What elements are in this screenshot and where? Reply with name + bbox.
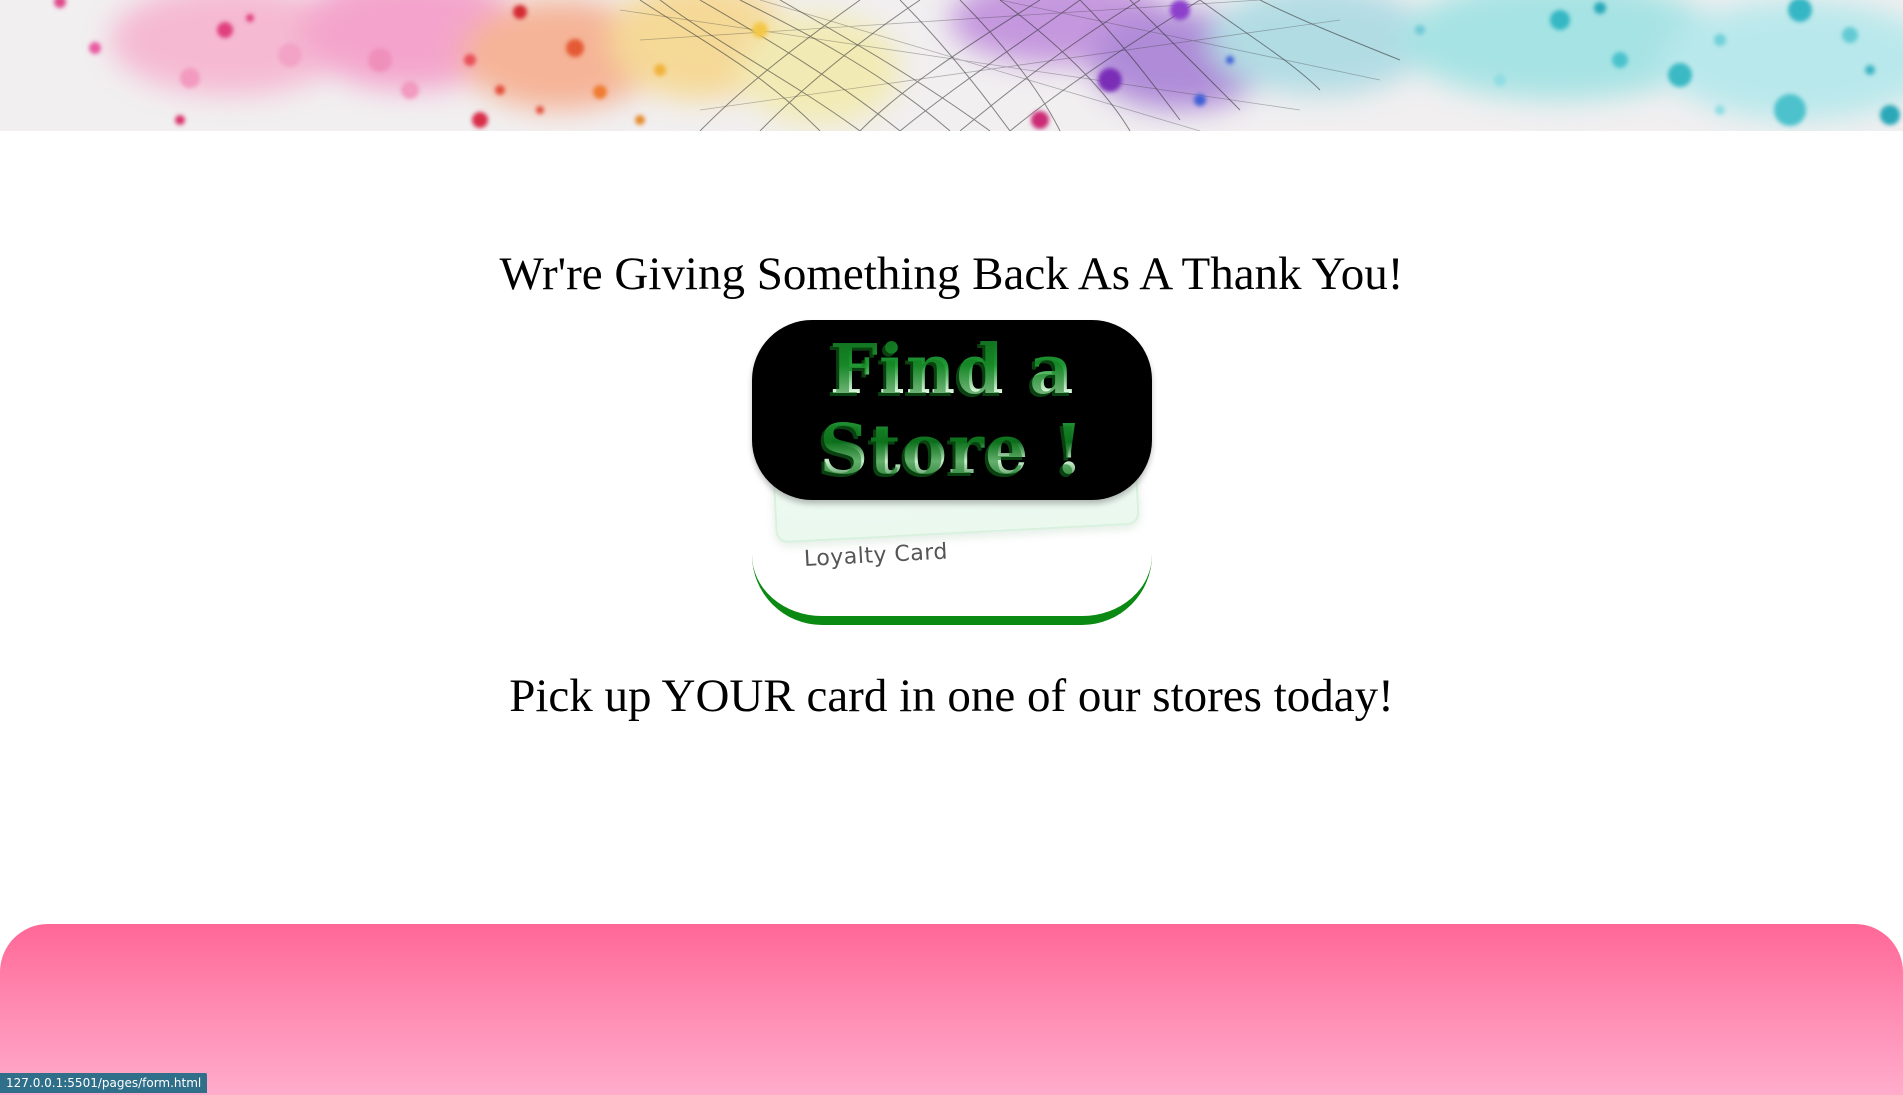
page-title: Wr're Giving Something Back As A Thank Y… (499, 248, 1404, 300)
find-store-widget: Loyalty Card Find a Store ! (752, 320, 1152, 625)
pickup-message: Pick up YOUR card in one of our stores t… (509, 670, 1394, 722)
page: Wr're Giving Something Back As A Thank Y… (0, 0, 1903, 1095)
find-store-button-label: Find a Store ! (802, 330, 1102, 490)
watercolor-banner-image (0, 0, 1903, 131)
find-store-button[interactable]: Find a Store ! (752, 320, 1152, 500)
footer (0, 924, 1903, 1095)
status-bar-url: 127.0.0.1:5501/pages/form.html (0, 1073, 208, 1093)
